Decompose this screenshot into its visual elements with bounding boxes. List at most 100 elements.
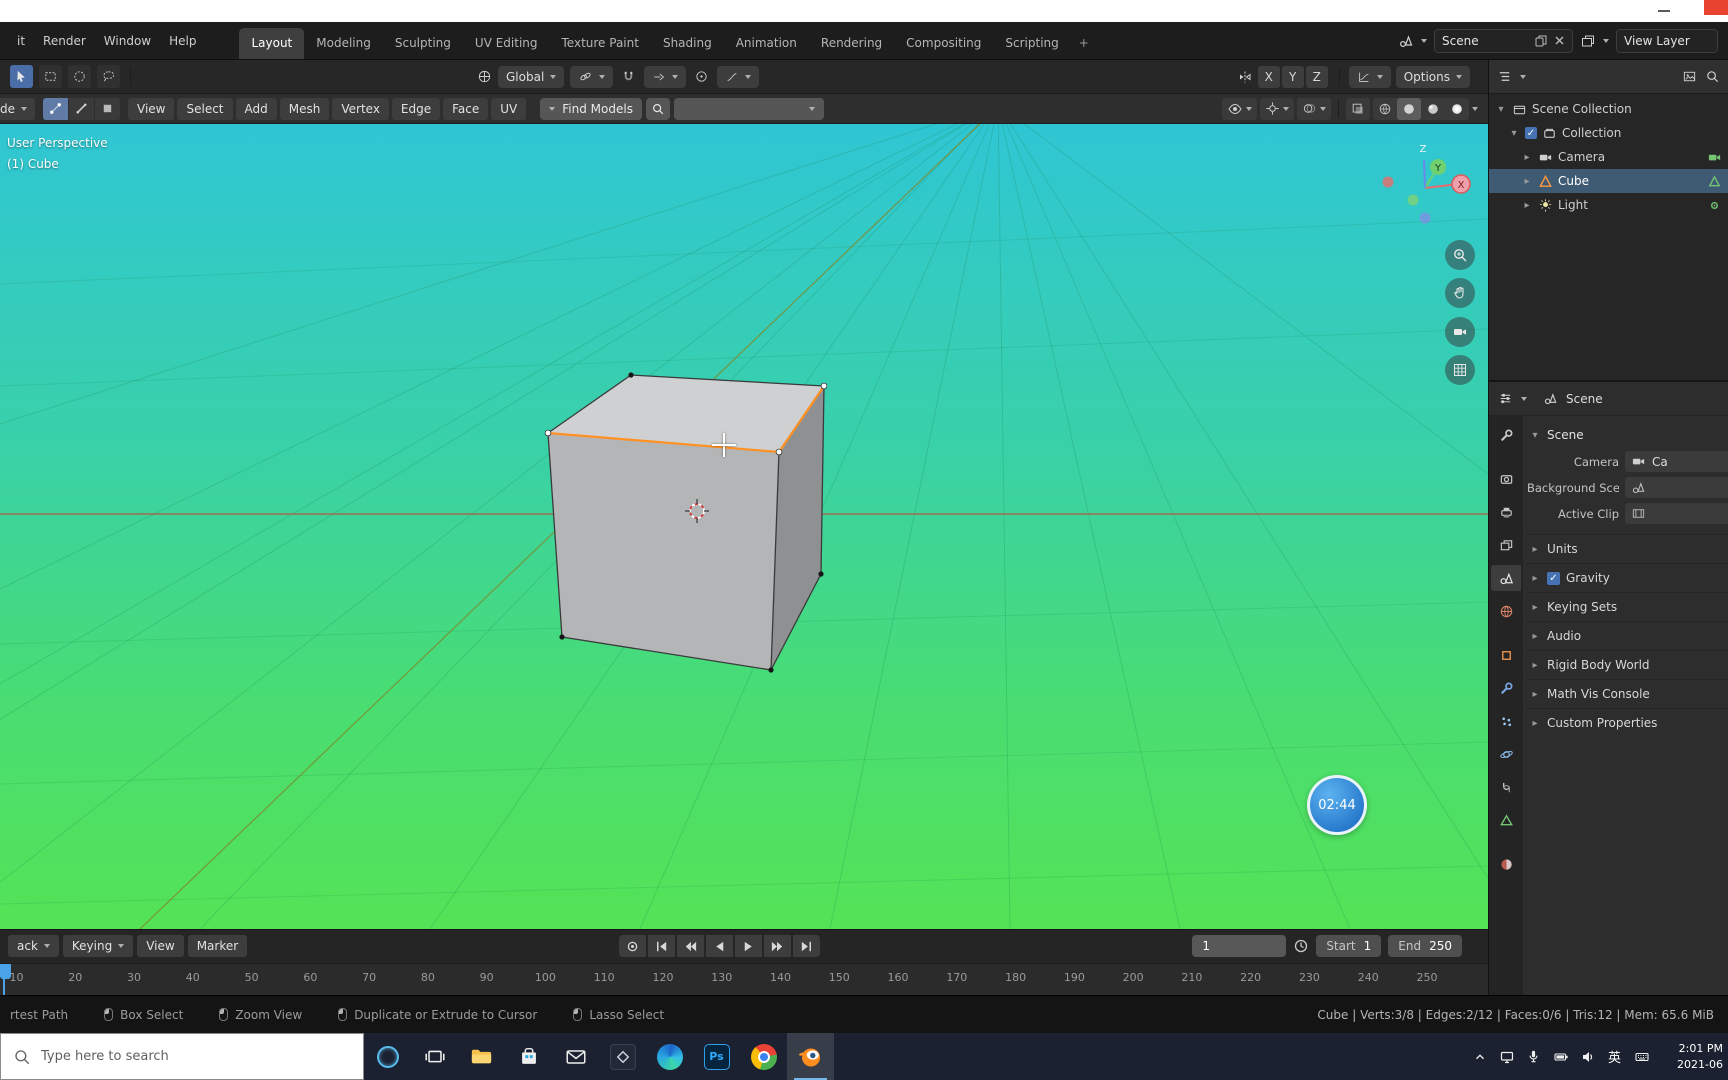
lasso-select-tool-button[interactable] xyxy=(97,65,120,88)
viewport-menu-view[interactable]: View xyxy=(128,97,175,120)
workspace-tab-animation[interactable]: Animation xyxy=(724,28,809,59)
properties-tab-render[interactable] xyxy=(1491,466,1521,492)
outliner-row-collection[interactable]: ▾ ✓ Collection xyxy=(1489,121,1728,145)
jump-to-end-button[interactable] xyxy=(793,935,821,958)
pan-hand-icon[interactable] xyxy=(1445,278,1475,308)
camera-view-icon[interactable] xyxy=(1445,317,1475,347)
face-select-mode-button[interactable] xyxy=(95,97,120,120)
mirror-axis-z-toggle[interactable]: Z xyxy=(1305,65,1328,88)
section-gravity[interactable]: ▸ ✓ Gravity xyxy=(1527,563,1728,592)
zoom-icon[interactable] xyxy=(1445,240,1475,270)
disclosure-icon[interactable]: ▸ xyxy=(1521,200,1533,211)
find-models-dropdown[interactable]: Find Models xyxy=(540,97,642,120)
viewport-menu-select[interactable]: Select xyxy=(177,97,233,120)
search-icon[interactable] xyxy=(645,97,670,120)
tray-mic-icon[interactable] xyxy=(1521,1042,1546,1072)
properties-tab-tool[interactable] xyxy=(1491,422,1521,448)
properties-tab-physics[interactable] xyxy=(1491,741,1521,767)
mode-dropdown[interactable]: de xyxy=(0,97,35,120)
viewport-menu-face[interactable]: Face xyxy=(443,97,489,120)
circle-select-tool-button[interactable] xyxy=(68,65,91,88)
chevron-down-icon[interactable] xyxy=(1421,38,1427,43)
section-audio[interactable]: ▸ Audio xyxy=(1527,621,1728,650)
taskbar-app-edge[interactable] xyxy=(646,1033,693,1080)
viewport-canvas[interactable]: User Perspective (1) Cube Y X Z 02:44 xyxy=(0,124,1488,929)
workspace-tab-rendering[interactable]: Rendering xyxy=(809,28,894,59)
ime-indicator[interactable]: 英 xyxy=(1602,1042,1627,1072)
workspace-tab-texture-paint[interactable]: Texture Paint xyxy=(550,28,651,59)
section-math-vis-console[interactable]: ▸ Math Vis Console xyxy=(1527,679,1728,708)
properties-tab-object-data[interactable] xyxy=(1491,807,1521,833)
box-select-tool-button[interactable] xyxy=(39,65,62,88)
disclosure-icon[interactable]: ▸ xyxy=(1521,152,1533,163)
solid-shading-button[interactable] xyxy=(1397,97,1421,120)
proportional-falloff-dropdown[interactable] xyxy=(717,65,760,88)
menu-it[interactable]: it xyxy=(8,30,34,52)
preview-range-clock-icon[interactable] xyxy=(1293,938,1309,954)
timeline-menu-view[interactable]: View xyxy=(137,935,184,958)
orientation-dropdown[interactable]: Global xyxy=(498,65,565,88)
taskbar-app-store[interactable] xyxy=(505,1033,552,1080)
tray-battery-icon[interactable] xyxy=(1548,1042,1573,1072)
taskbar-app-cortana[interactable] xyxy=(364,1033,411,1080)
mirror-axis-y-toggle[interactable]: Y xyxy=(1281,65,1304,88)
collection-checkbox[interactable]: ✓ xyxy=(1525,127,1537,139)
menu-window[interactable]: Window xyxy=(95,30,160,52)
viewport-menu-edge[interactable]: Edge xyxy=(391,97,441,120)
tray-chevron-up-icon[interactable] xyxy=(1467,1042,1492,1072)
taskbar-app-dark-app[interactable] xyxy=(599,1033,646,1080)
wireframe-shading-button[interactable] xyxy=(1373,98,1397,120)
properties-tab-constraints[interactable] xyxy=(1491,774,1521,800)
snap-target-dropdown[interactable] xyxy=(644,65,687,88)
scene-icon[interactable] xyxy=(1398,33,1414,49)
property-value-camera[interactable]: Ca xyxy=(1625,451,1728,472)
current-frame-field[interactable]: 1 xyxy=(1192,935,1287,958)
property-value-background-scene[interactable] xyxy=(1625,477,1728,498)
scene-section-header[interactable]: ▾ Scene xyxy=(1527,422,1728,448)
timeline-menu-keying[interactable]: Keying xyxy=(62,935,134,958)
menu-help[interactable]: Help xyxy=(160,30,205,52)
workspace-tab-compositing[interactable]: Compositing xyxy=(894,28,993,59)
section-keying-sets[interactable]: ▸ Keying Sets xyxy=(1527,592,1728,621)
tray-speaker-icon[interactable] xyxy=(1575,1042,1600,1072)
overlay-graph-dropdown[interactable] xyxy=(1348,65,1391,88)
windows-search-box[interactable] xyxy=(0,1033,364,1080)
properties-tab-world[interactable] xyxy=(1491,598,1521,624)
workspace-tab-shading[interactable]: Shading xyxy=(651,28,724,59)
outliner-display-mode-icon[interactable] xyxy=(1497,69,1512,84)
play-button[interactable] xyxy=(735,935,763,958)
options-dropdown[interactable]: Options xyxy=(1395,65,1470,88)
chevron-down-icon[interactable] xyxy=(1521,396,1527,401)
scene-selector[interactable]: Scene xyxy=(1434,28,1573,53)
close-button[interactable] xyxy=(1704,0,1728,15)
unlink-x-icon[interactable] xyxy=(1554,35,1565,46)
play-reverse-button[interactable] xyxy=(706,935,734,958)
section-units[interactable]: ▸ Units xyxy=(1527,534,1728,563)
rendered-shading-button[interactable] xyxy=(1445,98,1469,120)
minimize-icon[interactable] xyxy=(1658,10,1670,12)
workspace-tab-modeling[interactable]: Modeling xyxy=(304,28,383,59)
add-workspace-tab-button[interactable]: + xyxy=(1071,28,1097,59)
viewport-menu-vertex[interactable]: Vertex xyxy=(332,97,389,120)
magnet-snap-icon[interactable] xyxy=(621,69,636,84)
xray-toggle-button[interactable] xyxy=(1346,97,1370,120)
edge-select-mode-button[interactable] xyxy=(69,97,94,120)
outliner-row-scene-collection[interactable]: ▾ Scene Collection xyxy=(1489,97,1728,121)
properties-tab-particles[interactable] xyxy=(1491,708,1521,734)
disclosure-icon[interactable]: ▾ xyxy=(1495,104,1507,115)
record-button[interactable] xyxy=(619,935,647,958)
outliner-row-light[interactable]: ▸ Light xyxy=(1489,193,1728,217)
taskbar-app-chrome[interactable] xyxy=(740,1033,787,1080)
menu-render[interactable]: Render xyxy=(34,30,95,52)
pivot-point-dropdown[interactable] xyxy=(570,65,614,88)
viewport-menu-add[interactable]: Add xyxy=(235,97,277,120)
timeline-ruler[interactable]: 10 20 30 40 50 60 70 80 90 100 110 120 130 140 150 160 1… xyxy=(0,962,1488,995)
tray-display-icon[interactable] xyxy=(1494,1042,1519,1072)
workspace-tab-layout[interactable]: Layout xyxy=(239,28,305,59)
disclosure-icon[interactable]: ▾ xyxy=(1508,128,1520,139)
tweak-tool-button[interactable] xyxy=(10,65,33,88)
gravity-checkbox[interactable]: ✓ xyxy=(1547,571,1560,585)
properties-tab-output[interactable] xyxy=(1491,499,1521,525)
copy-icon[interactable] xyxy=(1534,34,1548,48)
section-rigid-body-world[interactable]: ▸ Rigid Body World xyxy=(1527,650,1728,679)
